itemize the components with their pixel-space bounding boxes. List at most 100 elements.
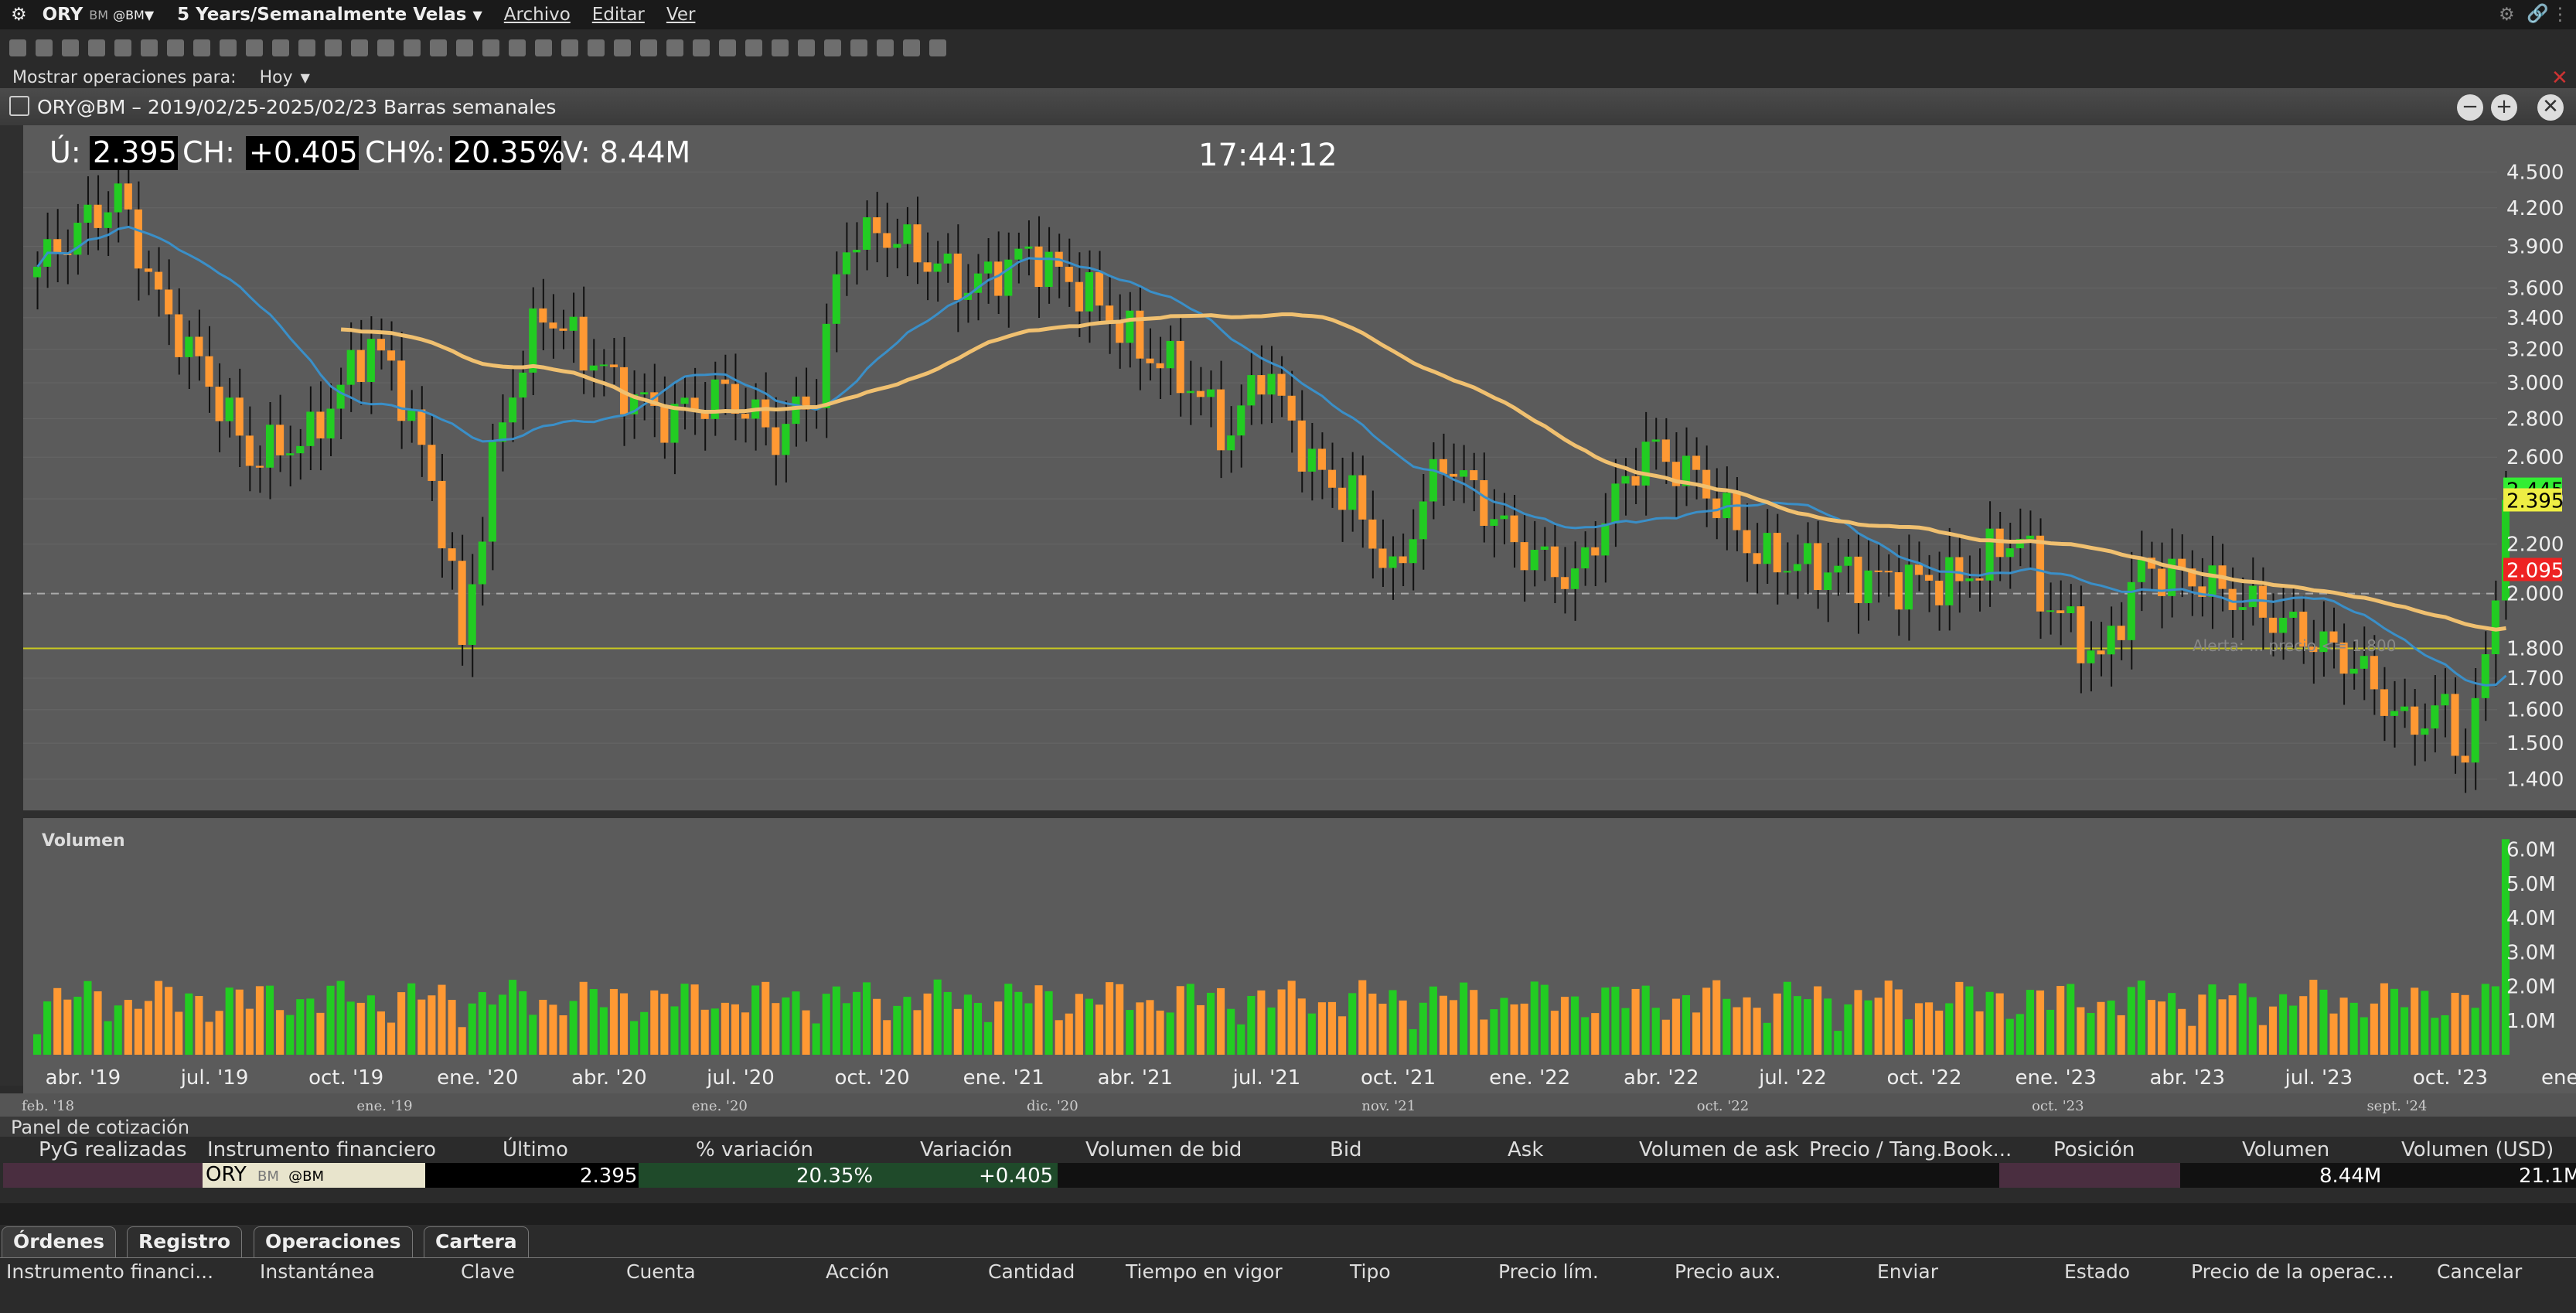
toolbar-tool-icon[interactable]	[88, 39, 105, 56]
candle-body	[1358, 475, 1367, 520]
orders-column-header[interactable]: Tiempo en vigor	[1126, 1260, 1283, 1283]
toolbar-tool-icon[interactable]	[798, 39, 815, 56]
quote-column-header[interactable]: Instrumento financiero	[207, 1138, 436, 1161]
toolbar-tool-icon[interactable]	[824, 39, 841, 56]
candle-body	[660, 405, 669, 443]
tab-operaciones[interactable]: Operaciones	[254, 1226, 413, 1257]
quote-column-header[interactable]: Precio / Tang.Book...	[1809, 1138, 2012, 1161]
candle-body	[589, 365, 598, 371]
candle-body	[2107, 626, 2115, 655]
volume-bar	[2026, 990, 2034, 1055]
volume-bar	[2380, 983, 2388, 1055]
orders-column-header[interactable]: Clave	[461, 1260, 515, 1283]
toolbar-tool-icon[interactable]	[903, 39, 920, 56]
quote-column-header[interactable]: Último	[503, 1138, 568, 1161]
toolbar-tool-icon[interactable]	[193, 39, 210, 56]
toolbar-tool-icon[interactable]	[772, 39, 789, 56]
toolbar-tool-icon[interactable]	[272, 39, 289, 56]
orders-column-header[interactable]: Instantánea	[260, 1260, 375, 1283]
menu-ver[interactable]: Ver	[666, 5, 696, 25]
orders-column-header[interactable]: Acción	[826, 1260, 889, 1283]
toolbar-tool-icon[interactable]	[640, 39, 657, 56]
toolbar-tool-icon[interactable]	[298, 39, 315, 56]
candle-body	[1196, 390, 1205, 397]
tab-ordenes[interactable]: Órdenes	[2, 1226, 117, 1257]
toolbar-tool-icon[interactable]	[141, 39, 158, 56]
toolbar-tool-icon[interactable]	[877, 39, 894, 56]
toolbar-tool-icon[interactable]	[246, 39, 263, 56]
quote-column-header[interactable]: Posición	[2053, 1138, 2135, 1161]
orders-column-header[interactable]: Estado	[2064, 1260, 2130, 1283]
orders-column-header[interactable]: Cantidad	[988, 1260, 1075, 1283]
volume-bar	[1450, 1000, 1458, 1055]
gear-icon[interactable]: ⚙	[11, 5, 27, 25]
toolbar-tool-icon[interactable]	[404, 39, 421, 56]
toolbar-tool-icon[interactable]	[509, 39, 526, 56]
toolbar-tool-icon[interactable]	[377, 39, 394, 56]
candle-body	[883, 233, 891, 248]
toolbar-tool-icon[interactable]	[62, 39, 79, 56]
instrument-cell[interactable]: ORY BM @BM	[203, 1163, 425, 1188]
orders-column-header[interactable]: Cuenta	[626, 1260, 696, 1283]
menu-editar[interactable]: Editar	[592, 5, 645, 25]
toolbar-tool-icon[interactable]	[430, 39, 447, 56]
settings-icon[interactable]: ⚙	[2499, 5, 2515, 25]
symbol-selector[interactable]: ORY BM @BM ▼	[43, 5, 155, 25]
quote-column-header[interactable]: % variación	[696, 1138, 813, 1161]
minimize-icon[interactable]: −	[2457, 94, 2483, 121]
orders-column-header[interactable]: Tipo	[1350, 1260, 1391, 1283]
time-navigator-svg[interactable]: feb. '18 ene. '19 ene. '20 dic. '20 nov. '21…	[0, 1093, 2576, 1117]
toolbar-tool-icon[interactable]	[561, 39, 578, 56]
quote-column-header[interactable]: Volumen de bid	[1085, 1138, 1242, 1161]
chart-side-strip[interactable]	[0, 125, 23, 1086]
orders-column-header[interactable]: Precio aux.	[1675, 1260, 1781, 1283]
price-tick-label: 4.200	[2506, 197, 2564, 220]
orders-column-header[interactable]: Enviar	[1877, 1260, 1938, 1283]
panel-splitter[interactable]	[0, 1203, 2576, 1225]
orders-column-header[interactable]: Precio lím.	[1498, 1260, 1599, 1283]
volume-bar	[2411, 987, 2419, 1055]
quote-column-header[interactable]: Volumen	[2242, 1138, 2329, 1161]
quote-column-header[interactable]: Volumen (USD)	[2401, 1138, 2554, 1161]
quote-column-header[interactable]: Bid	[1330, 1138, 1362, 1161]
toolbar-tool-icon[interactable]	[9, 39, 26, 56]
quote-column-header[interactable]: PyG realizadas	[39, 1138, 187, 1161]
toolbar-tool-icon[interactable]	[693, 39, 710, 56]
quote-column-header[interactable]: Variación	[920, 1138, 1012, 1161]
toolbar-tool-icon[interactable]	[456, 39, 473, 56]
more-icon[interactable]: ⋮	[2551, 5, 2569, 25]
close-icon[interactable]: ✕	[2537, 94, 2564, 121]
price-chart[interactable]: 4.500 4.200 3.900 3.600 3.400 3.200 3.000 2.800…	[23, 125, 2576, 1093]
toolbar-tool-icon[interactable]	[220, 39, 237, 56]
tab-registro[interactable]: Registro	[127, 1226, 243, 1257]
period-selector[interactable]: 5 Years/Semanalmente Velas ▼	[177, 5, 482, 25]
toolbar-tool-icon[interactable]	[745, 39, 762, 56]
toolbar-tool-icon[interactable]	[666, 39, 683, 56]
toolbar-tool-icon[interactable]	[351, 39, 368, 56]
toolbar-tool-icon[interactable]	[114, 39, 131, 56]
time-tick-label: oct. '21	[1361, 1066, 1436, 1090]
toolbar-tool-icon[interactable]	[850, 39, 867, 56]
toolbar-tool-icon[interactable]	[325, 39, 342, 56]
orders-column-header[interactable]: Cancelar	[2437, 1260, 2522, 1283]
tab-cartera[interactable]: Cartera	[424, 1226, 529, 1257]
toolbar-tool-icon[interactable]	[535, 39, 552, 56]
close-icon[interactable]: ✕	[2551, 67, 2568, 90]
volume-bar	[104, 1021, 112, 1055]
toolbar-tool-icon[interactable]	[36, 39, 53, 56]
toolbar-tool-icon[interactable]	[588, 39, 605, 56]
ops-filter-select[interactable]: Hoy	[260, 68, 293, 87]
menu-archivo[interactable]: Archivo	[504, 5, 571, 25]
toolbar-tool-icon[interactable]	[482, 39, 499, 56]
toolbar-tool-icon[interactable]	[719, 39, 736, 56]
toolbar-tool-icon[interactable]	[614, 39, 631, 56]
orders-column-header[interactable]: Instrumento financi...	[6, 1260, 213, 1283]
orders-column-header[interactable]: Precio de la operac...	[2191, 1260, 2394, 1283]
quote-column-header[interactable]: Volumen de ask	[1639, 1138, 1799, 1161]
toolbar-tool-icon[interactable]	[929, 39, 946, 56]
toolbar-tool-icon[interactable]	[167, 39, 184, 56]
link-icon[interactable]: 🔗	[2527, 3, 2549, 24]
maximize-icon[interactable]: +	[2491, 94, 2517, 121]
quote-column-header[interactable]: Ask	[1508, 1138, 1543, 1161]
time-navigator[interactable]: feb. '18 ene. '19 ene. '20 dic. '20 nov. '21…	[0, 1093, 2576, 1117]
